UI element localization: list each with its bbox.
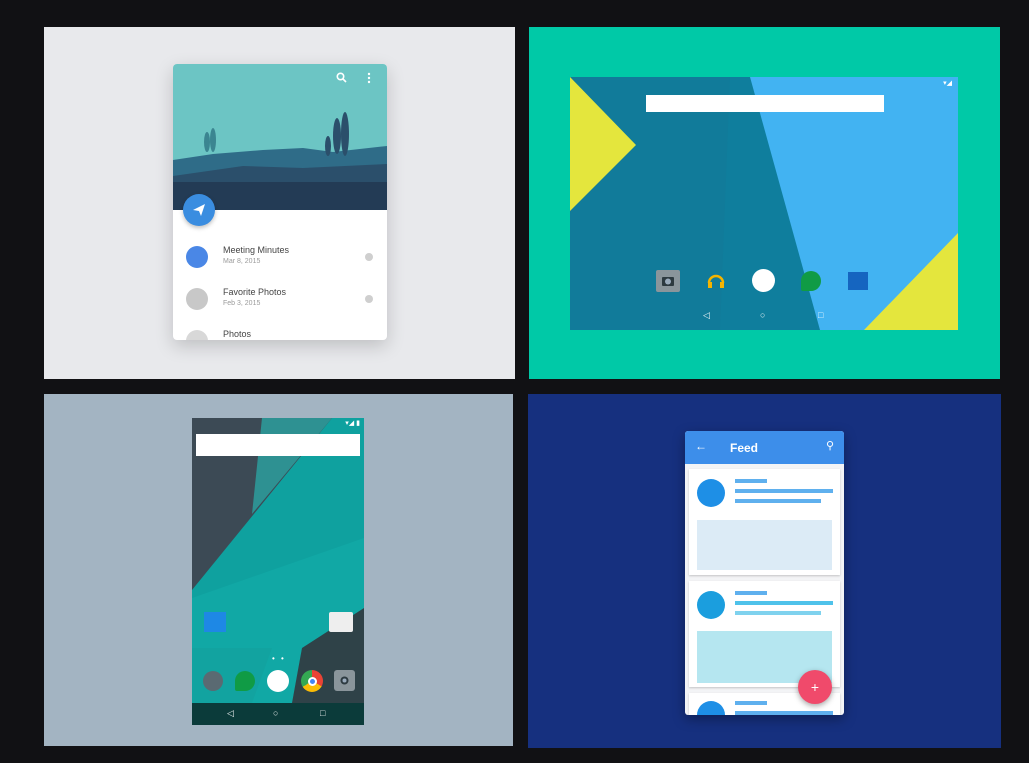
list-item[interactable]: Meeting Minutes Mar 8, 2015 [173,238,387,278]
folder-icon [186,330,208,340]
tablet-screen: ▾◢ ◁ ○ □ [570,77,958,330]
status-dot [365,253,373,261]
email-app-card: Meeting Minutes Mar 8, 2015 Favorite Pho… [173,64,387,340]
email-app-mockup-panel: Meeting Minutes Mar 8, 2015 Favorite Pho… [44,27,515,379]
camera-icon[interactable] [334,670,355,691]
landscape-header-image [173,64,387,210]
avatar [697,701,725,715]
status-dot [365,295,373,303]
app-title: Feed [730,441,759,455]
feed-app-screen: ← Feed ⚲ + [685,431,844,715]
search-bar[interactable] [646,95,884,112]
search-bar[interactable] [196,434,360,456]
app-bar: ← Feed ⚲ [685,431,844,464]
search-icon[interactable] [336,72,347,83]
text-line [735,499,821,503]
send-icon[interactable] [183,194,215,226]
tablet-home-mockup-panel: ▾◢ ◁ ○ □ [529,27,1000,379]
search-icon[interactable]: ⚲ [826,439,834,452]
chrome-icon[interactable] [301,670,323,692]
feed-card[interactable] [689,469,840,575]
camera-icon[interactable] [656,270,680,292]
text-line [735,601,833,605]
briefcase-icon[interactable] [329,612,353,632]
list-item-date: Feb 3, 2015 [223,300,261,307]
list-item[interactable]: Favorite Photos Feb 3, 2015 [173,280,387,320]
back-button[interactable]: ◁ [703,310,710,321]
calendar-icon[interactable] [204,612,226,632]
list-item-date: Mar 8, 2015 [223,258,261,265]
list-item-title: Meeting Minutes [223,245,290,255]
content-image [697,520,832,570]
feed-app-mockup-panel: ← Feed ⚲ + [528,394,1001,748]
phone-screen: ▾◢ ▮ • • ◁ ○ □ [192,418,364,725]
text-line [735,489,833,493]
folder-icon [186,288,208,310]
hangouts-icon[interactable] [801,271,821,291]
status-bar: ▾◢ [943,80,952,87]
text-line [735,591,767,595]
home-button[interactable]: ○ [273,708,278,718]
text-line [735,611,821,615]
text-line [735,711,833,715]
page-indicator: • • [272,654,286,663]
status-bar: ▾◢ ▮ [345,420,360,427]
hangouts-icon[interactable] [235,671,255,691]
avatar [697,591,725,619]
text-line [735,701,767,705]
list-item-title: Favorite Photos [223,287,287,297]
avatar [697,479,725,507]
add-button[interactable]: + [798,670,832,704]
headphones-icon[interactable] [705,270,727,292]
more-vert-icon[interactable] [367,72,371,84]
list-item-title: Photos [223,329,252,339]
recents-button[interactable]: □ [818,310,823,320]
back-button[interactable]: ◁ [227,708,234,719]
apps-icon[interactable] [267,670,289,692]
text-line [735,479,767,483]
home-button[interactable]: ○ [760,310,765,320]
wallpaper [570,77,958,330]
document-icon [186,246,208,268]
settings-icon[interactable] [203,671,223,691]
phone-home-mockup-panel: ▾◢ ▮ • • ◁ ○ □ [44,394,513,746]
list-item[interactable]: Photos [173,322,387,340]
navigation-bar: ◁ ○ □ [192,703,364,725]
apps-icon[interactable] [752,269,775,292]
back-arrow-icon[interactable]: ← [695,439,707,453]
recents-button[interactable]: □ [320,708,325,718]
calendar-icon[interactable] [848,272,868,290]
